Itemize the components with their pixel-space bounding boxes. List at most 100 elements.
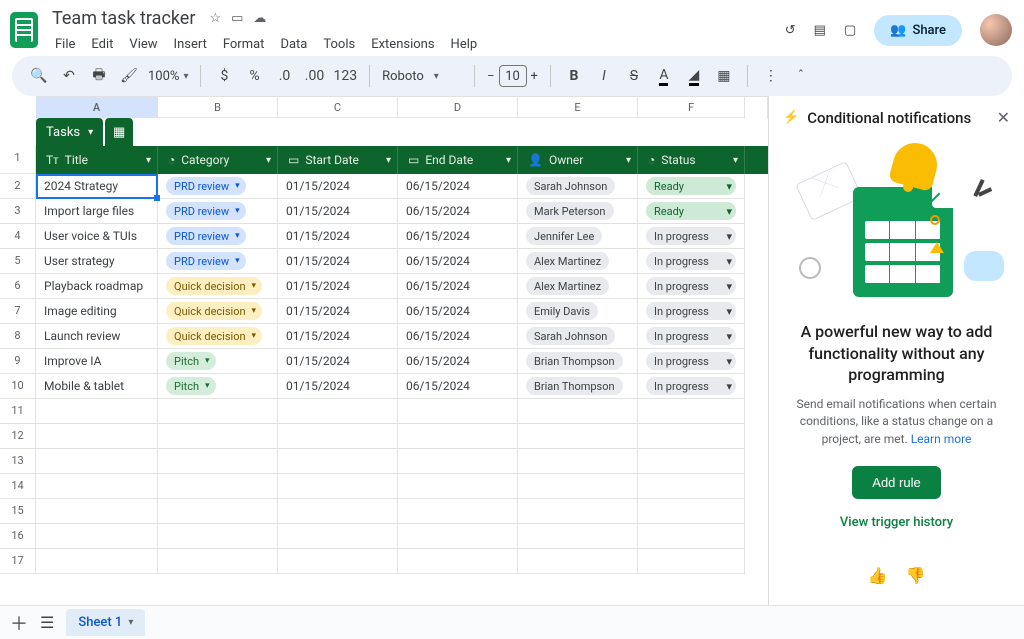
undo-button[interactable]: ↶ [58, 64, 80, 88]
decrease-decimal-button[interactable]: .0 [273, 64, 295, 88]
table-row[interactable]: Import large filesPRD review▾01/15/20240… [36, 199, 768, 224]
row-header[interactable]: 8 [0, 324, 36, 349]
more-toolbar-icon[interactable]: ⋮ [760, 64, 782, 88]
cell-status[interactable]: Ready▾ [638, 174, 745, 199]
search-icon[interactable]: 🔍 [28, 64, 50, 88]
sheets-logo[interactable] [10, 12, 38, 48]
increase-decimal-button[interactable]: .00 [303, 64, 325, 88]
menu-tools[interactable]: Tools [316, 33, 362, 56]
table-expand-icon[interactable]: ▦ [105, 118, 133, 146]
row-header[interactable]: 5 [0, 249, 36, 274]
percent-button[interactable]: % [243, 64, 265, 88]
star-icon[interactable]: ☆ [209, 11, 221, 26]
menu-format[interactable]: Format [216, 33, 272, 56]
cell-status[interactable]: In progress▾ [638, 249, 745, 274]
close-icon[interactable]: ✕ [997, 108, 1010, 127]
header-title[interactable]: TᴛTitle▾ [36, 146, 158, 174]
row-header[interactable]: 1 [0, 146, 36, 174]
cell-status[interactable]: In progress▾ [638, 299, 745, 324]
header-status[interactable]: ◔Status▾ [638, 146, 745, 174]
italic-button[interactable]: I [593, 64, 615, 88]
borders-button[interactable]: ▦ [713, 64, 735, 88]
cell-owner[interactable]: Sarah Johnson [518, 324, 638, 349]
row-header[interactable]: 17 [0, 549, 36, 574]
cell-category[interactable]: PRD review▾ [158, 199, 278, 224]
cell-owner[interactable]: Brian Thompson [518, 374, 638, 399]
zoom-select[interactable]: 100%▾ [148, 69, 188, 84]
menu-extensions[interactable]: Extensions [364, 33, 441, 56]
col-header-E[interactable]: E [518, 97, 638, 118]
row-header[interactable]: 7 [0, 299, 36, 324]
cell-status[interactable]: In progress▾ [638, 324, 745, 349]
add-sheet-button[interactable]: ＋ [10, 610, 28, 636]
cell-owner[interactable]: Sarah Johnson [518, 174, 638, 199]
cell-start[interactable]: 01/15/2024 [278, 324, 398, 349]
cell-category[interactable]: Pitch▾ [158, 349, 278, 374]
cell-status[interactable]: In progress▾ [638, 349, 745, 374]
cell-title[interactable]: User strategy [36, 249, 158, 274]
table-row[interactable]: 2024 StrategyPRD review▾01/15/202406/15/… [36, 174, 768, 199]
learn-more-link[interactable]: Learn more [911, 432, 972, 446]
table-row[interactable]: Improve IAPitch▾01/15/202406/15/2024Bria… [36, 349, 768, 374]
text-color-button[interactable]: A [653, 64, 675, 88]
cell-title[interactable]: Improve IA [36, 349, 158, 374]
decrease-font-icon[interactable]: − [487, 69, 494, 84]
cell-title[interactable]: Mobile & tablet [36, 374, 158, 399]
empty-row[interactable] [36, 399, 768, 424]
table-row[interactable]: Launch reviewQuick decision▾01/15/202406… [36, 324, 768, 349]
cell-end[interactable]: 06/15/2024 [398, 324, 518, 349]
document-title[interactable]: Team task tracker [48, 6, 199, 31]
row-header[interactable]: 2 [0, 174, 36, 199]
cell-category[interactable]: Pitch▾ [158, 374, 278, 399]
cell-title[interactable]: Playback roadmap [36, 274, 158, 299]
font-size-input[interactable]: 10 [499, 65, 527, 87]
thumbs-up-icon[interactable]: 👍 [868, 566, 888, 585]
header-owner[interactable]: 👤Owner▾ [518, 146, 638, 174]
cloud-status-icon[interactable]: ☁ [253, 11, 266, 26]
history-icon[interactable]: ↺ [785, 23, 796, 38]
cell-status[interactable]: Ready▾ [638, 199, 745, 224]
cell-end[interactable]: 06/15/2024 [398, 274, 518, 299]
bold-button[interactable]: B [563, 64, 585, 88]
col-header-F[interactable]: F [638, 97, 745, 118]
cell-title[interactable]: 2024 Strategy [36, 174, 158, 199]
more-formats-button[interactable]: 123 [333, 64, 357, 88]
cell-end[interactable]: 06/15/2024 [398, 249, 518, 274]
cell-owner[interactable]: Mark Peterson [518, 199, 638, 224]
cell-start[interactable]: 01/15/2024 [278, 274, 398, 299]
meet-icon[interactable]: ▢ [844, 23, 856, 38]
row-header[interactable]: 11 [0, 399, 36, 424]
col-header-C[interactable]: C [278, 97, 398, 118]
menu-file[interactable]: File [48, 33, 82, 56]
cell-end[interactable]: 06/15/2024 [398, 199, 518, 224]
print-button[interactable]: 🖶 [88, 64, 110, 88]
cell-title[interactable]: Import large files [36, 199, 158, 224]
cell-end[interactable]: 06/15/2024 [398, 299, 518, 324]
cell-start[interactable]: 01/15/2024 [278, 374, 398, 399]
row-header[interactable]: 13 [0, 449, 36, 474]
empty-row[interactable] [36, 499, 768, 524]
cell-title[interactable]: Launch review [36, 324, 158, 349]
share-button[interactable]: 👥 Share [874, 15, 962, 46]
cell-category[interactable]: PRD review▾ [158, 174, 278, 199]
cell-status[interactable]: In progress▾ [638, 274, 745, 299]
table-row[interactable]: Image editingQuick decision▾01/15/202406… [36, 299, 768, 324]
cell-end[interactable]: 06/15/2024 [398, 174, 518, 199]
row-header[interactable]: 10 [0, 374, 36, 399]
row-header[interactable]: 4 [0, 224, 36, 249]
thumbs-down-icon[interactable]: 👎 [906, 566, 926, 585]
empty-row[interactable] [36, 424, 768, 449]
cell-category[interactable]: Quick decision▾ [158, 299, 278, 324]
table-row[interactable]: User strategyPRD review▾01/15/202406/15/… [36, 249, 768, 274]
cell-end[interactable]: 06/15/2024 [398, 374, 518, 399]
table-row[interactable]: User voice & TUIsPRD review▾01/15/202406… [36, 224, 768, 249]
menu-data[interactable]: Data [273, 33, 314, 56]
menu-help[interactable]: Help [444, 33, 485, 56]
cell-category[interactable]: PRD review▾ [158, 249, 278, 274]
chevron-down-icon[interactable]: ▾ [88, 127, 93, 138]
cell-start[interactable]: 01/15/2024 [278, 349, 398, 374]
row-header[interactable]: 16 [0, 524, 36, 549]
menu-view[interactable]: View [122, 33, 164, 56]
font-size-control[interactable]: − 10 + [487, 65, 538, 87]
cell-start[interactable]: 01/15/2024 [278, 224, 398, 249]
